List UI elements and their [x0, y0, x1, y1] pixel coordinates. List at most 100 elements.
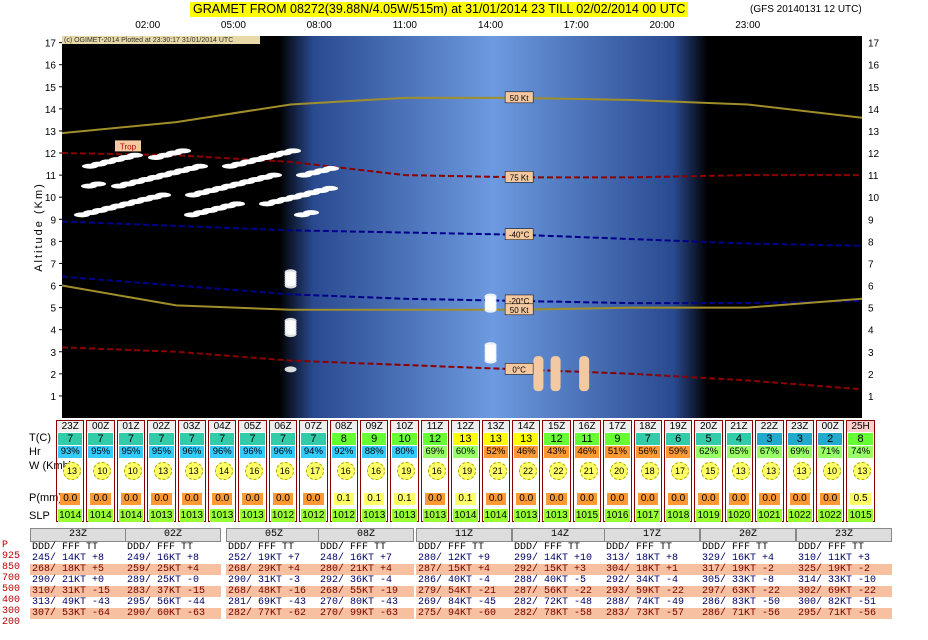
temperature-value: 13 [453, 433, 478, 445]
y-tick-label-right: 15 [868, 83, 880, 94]
temperature-value: 7 [635, 433, 660, 445]
y-tick-label-right: 13 [868, 127, 880, 138]
sounding-time: 20Z [700, 528, 796, 542]
hour-label: 20Z [695, 421, 722, 432]
hour-column: 00Z 7 95% 10 0.0 1014 [86, 420, 115, 522]
cloud-mark [90, 181, 106, 187]
humidity-value: 80% [392, 446, 417, 458]
hour-label: 17Z [604, 421, 631, 432]
precip-value: 0.0 [516, 493, 537, 505]
hour-column: 25H 8 74% 13 0.5 1015 [846, 420, 875, 522]
wind-value: 18 [640, 462, 659, 480]
sounding-head: DDD/ FFF TT [228, 542, 295, 553]
sounding-head: DDD/ FFF TT [798, 542, 865, 553]
temperature-value: 3 [757, 433, 782, 445]
precip-value: 0.0 [576, 493, 598, 505]
wind-value: 10 [823, 462, 841, 480]
y-tick-label: 1 [50, 392, 56, 403]
sounding-head: DDD/ FFF TT [320, 542, 387, 553]
sounding-block: 02Z DDD/ FFF TT 249/ 16KT +8 259/ 25KT +4 28… [125, 528, 221, 619]
sounding-row: 280/ 21KT +4 [318, 564, 414, 575]
sounding-row: 290/ 60KT -63 [125, 608, 221, 619]
sounding-block: 14Z DDD/ FFF TT 299/ 14KT +10 292/ 15KT +3 2… [512, 528, 608, 619]
gramet-chart: (c) OGIMET-2014 Plotted at 23:30:17 31/0… [33, 20, 880, 418]
sounding-row: 313/ 18KT +8 [604, 553, 700, 564]
sounding-row: 289/ 25KT -0 [125, 575, 221, 586]
sounding-block: 23Z DDD/ FFF TT 310/ 11KT +3 325/ 19KT -2 31… [796, 528, 892, 619]
hour-label: 12Z [452, 421, 479, 432]
humidity-value: 96% [179, 446, 204, 458]
hour-column: 15Z 12 43% 22 0.0 1013 [542, 420, 571, 522]
hour-column: 08Z 8 92% 16 0.1 1012 [329, 420, 358, 522]
slp-value: 1014 [88, 509, 113, 522]
hour-column: 01Z 7 95% 10 0.0 1014 [116, 420, 146, 522]
precip-value: 0.0 [637, 493, 658, 505]
precip-value: 0.0 [181, 493, 202, 505]
wind-value: 13 [762, 462, 781, 480]
sounding-time: 02Z [125, 528, 221, 542]
x-tick-label: 23:00 [735, 20, 760, 31]
sounding-row: 286/ 83KT -50 [700, 597, 796, 608]
sounding-block: 23Z DDD/ FFF TT 245/ 14KT +8 268/ 18KT +5 29… [30, 528, 126, 619]
trop-label: Trop [120, 142, 137, 151]
hour-label: 19Z [665, 421, 692, 432]
wind-value: 16 [275, 462, 294, 480]
precip-value: 0.0 [789, 493, 810, 505]
precip-value: 0.0 [485, 493, 506, 505]
precip-value: 0.0 [60, 493, 81, 505]
sounding-row: 313/ 49KT -43 [30, 597, 126, 608]
sounding-head: DDD/ FFF TT [702, 542, 769, 553]
sounding-row: 292/ 15KT +3 [512, 564, 608, 575]
y-tick-label: 2 [50, 370, 56, 381]
hour-column: 02Z 7 95% 13 0.0 1013 [147, 420, 176, 522]
slp-value: 1013 [179, 509, 204, 522]
cloud-mark [175, 148, 191, 154]
temperature-value: 7 [270, 433, 296, 445]
sounding-head: DDD/ FFF TT [514, 542, 581, 553]
slp-value: 1014 [483, 509, 508, 522]
sounding-row: 329/ 16KT +4 [700, 553, 796, 564]
x-tick-label: 11:00 [393, 20, 418, 31]
sounding-time: 14Z [512, 528, 608, 542]
wind-value: 10 [93, 462, 112, 480]
slp-value: 1012 [270, 509, 296, 522]
sounding-row: 317/ 19KT -2 [700, 564, 796, 575]
temperature-value: 3 [787, 433, 812, 445]
humidity-value: 92% [331, 446, 356, 458]
humidity-value: 96% [240, 446, 265, 458]
sounding-row: 310/ 31KT -15 [30, 586, 126, 597]
cloud-mark [284, 331, 297, 338]
y-tick-label-right: 7 [868, 259, 874, 270]
slp-value: 1012 [331, 509, 356, 522]
humidity-value: 88% [362, 446, 387, 458]
humidity-value: 67% [757, 446, 782, 458]
slp-value: 1014 [58, 509, 83, 522]
temperature-value: 7 [301, 433, 326, 445]
slp-value: 1015 [574, 509, 600, 522]
sounding-time: 17Z [604, 528, 700, 542]
wind-value: 19 [397, 462, 416, 480]
cloud-mark [322, 185, 338, 191]
wind-value: 16 [367, 462, 385, 480]
wind-value: 10 [123, 462, 142, 480]
humidity-value: 65% [726, 446, 752, 458]
wind-value: 13 [154, 462, 173, 480]
temperature-value: 8 [331, 433, 356, 445]
wind-value: 13 [792, 462, 811, 480]
contour-label: 50 Kt [510, 306, 529, 315]
hour-label: 14Z [513, 421, 540, 432]
contour-label: 75 Kt [510, 173, 529, 182]
wind-value: 16 [336, 462, 355, 480]
sounding-row: 268/ 18KT +5 [30, 564, 126, 575]
slp-value: 1017 [635, 509, 660, 522]
x-tick-label: 08:00 [307, 20, 332, 31]
cloud-mark [484, 357, 497, 364]
y-tick-label-right: 17 [868, 39, 880, 50]
sounding-row: 307/ 53KT -64 [30, 608, 126, 619]
cloud-mark [284, 366, 297, 373]
y-axis-label: Altitude (Km) [33, 182, 45, 272]
sounding-row: 304/ 18KT +1 [604, 564, 700, 575]
humidity-value: 59% [666, 446, 691, 458]
x-tick-label: 17:00 [564, 20, 589, 31]
slp-value: 1014 [453, 509, 478, 522]
